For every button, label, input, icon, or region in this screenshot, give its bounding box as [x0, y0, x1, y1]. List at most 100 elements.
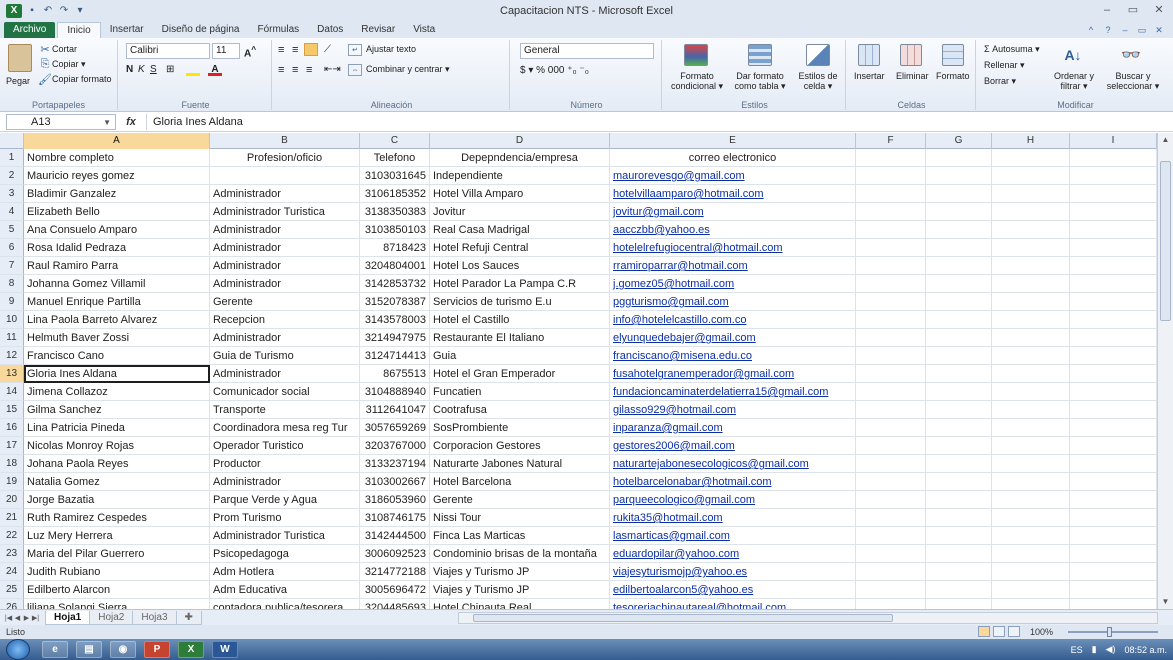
- cell-h[interactable]: [992, 419, 1070, 437]
- cell-i[interactable]: [1070, 383, 1157, 401]
- cell-f[interactable]: [856, 491, 926, 509]
- row-header[interactable]: 1: [0, 149, 24, 167]
- cell-i[interactable]: [1070, 293, 1157, 311]
- cell-d[interactable]: Condominio brisas de la montaña: [430, 545, 610, 563]
- cell-g[interactable]: [926, 473, 992, 491]
- cell-d[interactable]: Hotel Barcelona: [430, 473, 610, 491]
- cell-h[interactable]: [992, 473, 1070, 491]
- conditional-format-button[interactable]: Formato condicional ▾: [668, 71, 726, 91]
- cell-h[interactable]: [992, 365, 1070, 383]
- find-select-button[interactable]: Buscar y seleccionar ▾: [1102, 71, 1164, 91]
- cell-d[interactable]: Restaurante El Italiano: [430, 329, 610, 347]
- cell-g[interactable]: [926, 401, 992, 419]
- cell-a[interactable]: Raul Ramiro Parra: [24, 257, 210, 275]
- cell-h[interactable]: [992, 239, 1070, 257]
- cell-e[interactable]: jovitur@gmail.com: [610, 203, 856, 221]
- cell-f[interactable]: [856, 167, 926, 185]
- cell-d[interactable]: Viajes y Turismo JP: [430, 581, 610, 599]
- cell-c[interactable]: 3057659269: [360, 419, 430, 437]
- cell-a[interactable]: Jimena Collazoz: [24, 383, 210, 401]
- cell-e[interactable]: franciscano@misena.edu.co: [610, 347, 856, 365]
- row-header[interactable]: 7: [0, 257, 24, 275]
- row-header[interactable]: 15: [0, 401, 24, 419]
- cell-f[interactable]: [856, 473, 926, 491]
- taskbar-ie-icon[interactable]: e: [42, 641, 68, 658]
- cell-c[interactable]: 3142444500: [360, 527, 430, 545]
- align-top-icon[interactable]: ≡: [278, 44, 284, 56]
- font-size-select[interactable]: 11: [212, 43, 240, 59]
- taskbar-powerpoint-icon[interactable]: P: [144, 641, 170, 658]
- cell-i[interactable]: [1070, 329, 1157, 347]
- column-header-a[interactable]: A: [24, 133, 210, 149]
- start-button[interactable]: [6, 639, 30, 660]
- cell-g[interactable]: [926, 185, 992, 203]
- cell-d[interactable]: Hotel Villa Amparo: [430, 185, 610, 203]
- cell-e[interactable]: inparanza@gmail.com: [610, 419, 856, 437]
- cell-b[interactable]: Administrador: [210, 275, 360, 293]
- cell-f[interactable]: [856, 581, 926, 599]
- column-header-d[interactable]: D: [430, 133, 610, 149]
- cell-g[interactable]: [926, 221, 992, 239]
- cell-c[interactable]: 3005696472: [360, 581, 430, 599]
- cell-c[interactable]: 3186053960: [360, 491, 430, 509]
- cell-c[interactable]: 3106185352: [360, 185, 430, 203]
- cell-h[interactable]: [992, 167, 1070, 185]
- cell-b[interactable]: contadora publica/tesorera: [210, 599, 360, 609]
- cell-c[interactable]: 3124714413: [360, 347, 430, 365]
- cell-b[interactable]: [210, 167, 360, 185]
- cell-c[interactable]: 3214772188: [360, 563, 430, 581]
- zoom-level[interactable]: 100%: [1030, 625, 1053, 639]
- cell-e[interactable]: hotelelrefugiocentral@hotmail.com: [610, 239, 856, 257]
- cell-h[interactable]: [992, 383, 1070, 401]
- cell-a[interactable]: Johanna Gomez Villamil: [24, 275, 210, 293]
- column-header-e[interactable]: E: [610, 133, 856, 149]
- language-indicator[interactable]: ES: [1071, 645, 1083, 655]
- tab-datos[interactable]: Datos: [308, 22, 352, 38]
- cell-d[interactable]: Hotel el Gran Emperador: [430, 365, 610, 383]
- cell-g[interactable]: [926, 203, 992, 221]
- cell-h[interactable]: [992, 185, 1070, 203]
- row-header[interactable]: 3: [0, 185, 24, 203]
- cell-a[interactable]: Natalia Gomez: [24, 473, 210, 491]
- cell-h[interactable]: [992, 401, 1070, 419]
- cell-e[interactable]: gestores2006@mail.com: [610, 437, 856, 455]
- row-header[interactable]: 13: [0, 365, 24, 383]
- cell-i[interactable]: [1070, 203, 1157, 221]
- cell-d[interactable]: Hotel Los Sauces: [430, 257, 610, 275]
- excel-app-icon[interactable]: X: [6, 4, 22, 18]
- cell-i[interactable]: [1070, 455, 1157, 473]
- cell-a[interactable]: Jorge Bazatia: [24, 491, 210, 509]
- cell-f[interactable]: [856, 383, 926, 401]
- cell-c[interactable]: 3103850103: [360, 221, 430, 239]
- cell-g[interactable]: [926, 527, 992, 545]
- fill-button[interactable]: Rellenar ▾: [984, 60, 1025, 71]
- cell-e[interactable]: viajesyturismojp@yahoo.es: [610, 563, 856, 581]
- cell-e[interactable]: aacczbb@yahoo.es: [610, 221, 856, 239]
- cell-h[interactable]: [992, 347, 1070, 365]
- cell-d[interactable]: Servicios de turismo E.u: [430, 293, 610, 311]
- cell-e[interactable]: fusahotelgranemperador@gmail.com: [610, 365, 856, 383]
- sheet-tab-hoja1[interactable]: Hoja1: [45, 610, 91, 625]
- cell-a[interactable]: Gilma Sanchez: [24, 401, 210, 419]
- cell-h[interactable]: [992, 437, 1070, 455]
- cell-c[interactable]: 8675513: [360, 365, 430, 383]
- zoom-slider[interactable]: [1068, 627, 1158, 637]
- format-cells-button[interactable]: Formato: [936, 71, 970, 81]
- cell-e[interactable]: tesoreriachinautareal@hotmail.com: [610, 599, 856, 609]
- delete-cells-icon[interactable]: [900, 44, 922, 66]
- align-bottom-icon[interactable]: [304, 43, 318, 56]
- cell-g[interactable]: [926, 383, 992, 401]
- cell-d[interactable]: Gerente: [430, 491, 610, 509]
- cell-c[interactable]: 3108746175: [360, 509, 430, 527]
- cell-a[interactable]: Gloria Ines Aldana: [24, 365, 210, 383]
- cell-styles-icon[interactable]: [806, 44, 830, 66]
- doc-minimize-icon[interactable]: –: [1119, 24, 1131, 36]
- cell-g[interactable]: [926, 455, 992, 473]
- cell-f[interactable]: [856, 509, 926, 527]
- cell-d[interactable]: Naturarte Jabones Natural: [430, 455, 610, 473]
- cell-a[interactable]: Bladimir Ganzalez: [24, 185, 210, 203]
- cell-g[interactable]: [926, 347, 992, 365]
- cell-e[interactable]: maurorevesgo@gmail.com: [610, 167, 856, 185]
- scroll-down-icon[interactable]: ▼: [1158, 595, 1173, 609]
- cell-g[interactable]: [926, 491, 992, 509]
